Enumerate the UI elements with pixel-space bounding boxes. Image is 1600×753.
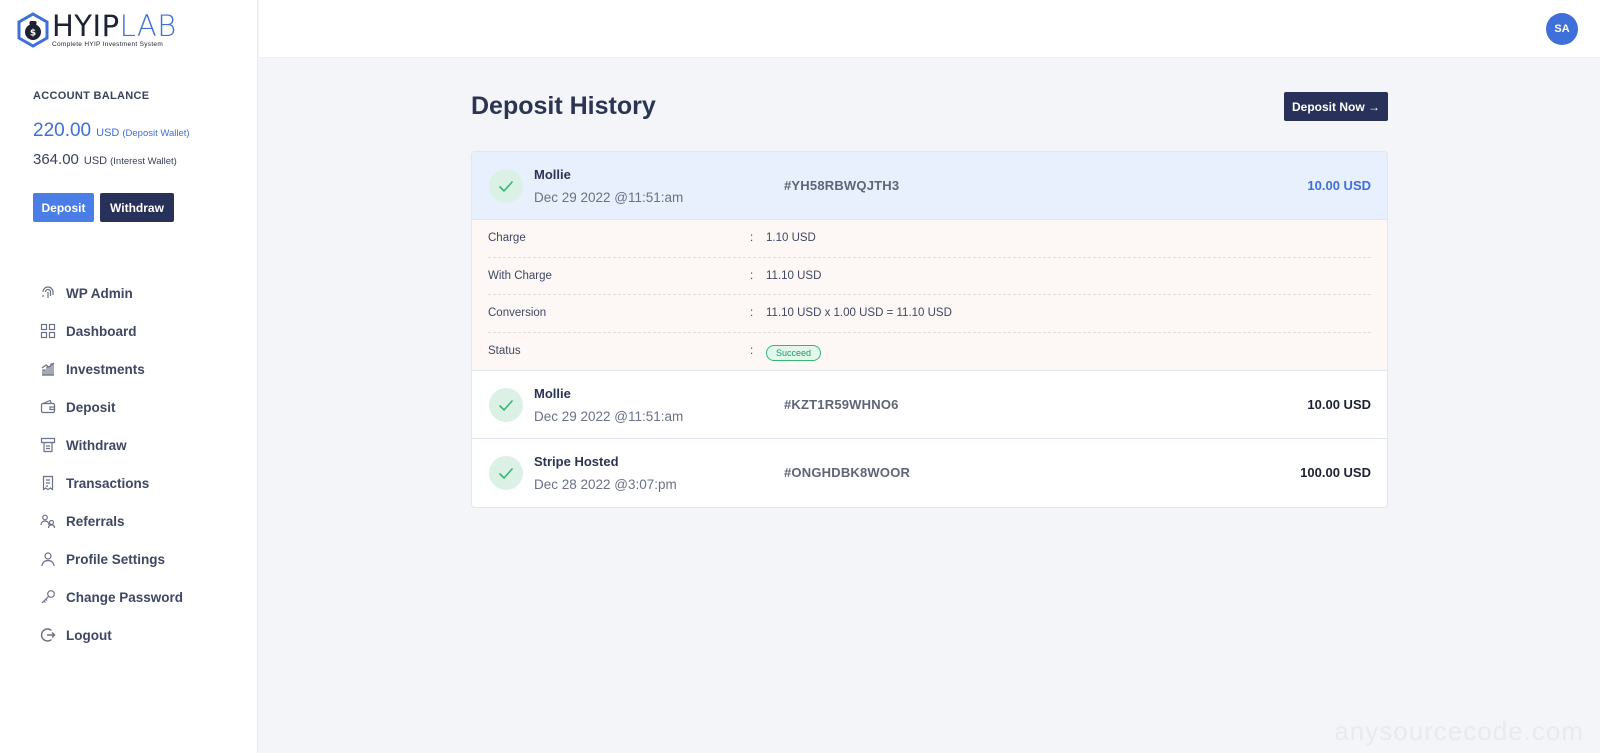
watermark: anysourcecode.com — [1334, 716, 1584, 746]
sidebar-deposit-button[interactable]: Deposit — [33, 193, 94, 222]
sidebar-item-label: Referrals — [66, 513, 125, 529]
detail-separator: : — [750, 344, 754, 357]
deposit-date: Dec 29 2022 @11:51:am — [534, 409, 684, 424]
sidebar-item-change-password[interactable]: Change Password — [40, 578, 183, 616]
check-icon — [489, 169, 523, 203]
topbar: SA — [259, 0, 1600, 58]
sidebar-item-withdraw[interactable]: Withdraw — [40, 426, 183, 464]
deposit-method: Mollie — [534, 167, 571, 182]
detail-row-with-charge: With Charge : 11.10 USD — [488, 258, 1371, 295]
detail-label: Status — [488, 344, 521, 357]
sidebar-item-profile-settings[interactable]: Profile Settings — [40, 540, 183, 578]
detail-row-charge: Charge : 1.10 USD — [488, 220, 1371, 258]
deposit-amount: 10.00 USD — [1307, 397, 1371, 412]
fingerprint-icon — [40, 285, 56, 301]
money-bag-icon: $ — [17, 12, 49, 48]
deposit-wallet-amount: 220.00 — [33, 120, 92, 141]
deposit-date: Dec 28 2022 @3:07:pm — [534, 477, 677, 492]
sidebar-item-logout[interactable]: Logout — [40, 616, 183, 654]
sidebar-item-label: Deposit — [66, 399, 116, 415]
sidebar-item-label: Change Password — [66, 589, 184, 605]
interest-wallet-amount: 364.00 — [33, 151, 79, 168]
sidebar-item-label: Transactions — [66, 475, 150, 491]
sidebar-item-label: Profile Settings — [66, 551, 166, 567]
deposit-amount: 10.00 USD — [1307, 178, 1371, 193]
sidebar-item-label: Investments — [66, 361, 145, 377]
deposit-row[interactable]: Stripe Hosted Dec 28 2022 @3:07:pm #ONGH… — [472, 439, 1387, 507]
detail-separator: : — [750, 269, 754, 282]
logout-icon — [40, 627, 56, 643]
deposit-trx-id: #KZT1R59WHNO6 — [784, 397, 899, 412]
interest-wallet-currency: USD — [83, 155, 108, 167]
wallet-icon — [40, 399, 56, 415]
brand-tagline: Complete HYIP Investment System — [52, 41, 164, 48]
sidebar: $ HYIPLAB Complete HYIP Investment Syste… — [0, 0, 258, 753]
key-icon — [40, 589, 56, 605]
user-avatar[interactable]: SA — [1546, 13, 1578, 45]
detail-separator: : — [750, 232, 754, 244]
detail-value: 1.10 USD — [766, 232, 816, 244]
users-icon — [40, 513, 56, 529]
sidebar-item-wp-admin[interactable]: WP Admin — [40, 274, 183, 312]
detail-separator: : — [750, 307, 754, 319]
sidebar-item-referrals[interactable]: Referrals — [40, 502, 183, 540]
detail-label: Conversion — [488, 307, 547, 319]
deposit-date: Dec 29 2022 @11:51:am — [534, 190, 684, 205]
detail-row-status: Status : Succeed — [488, 333, 1371, 371]
sidebar-item-investments[interactable]: Investments — [40, 350, 183, 388]
sidebar-item-label: Logout — [66, 627, 112, 643]
page-title: Deposit History — [471, 92, 656, 120]
interest-wallet-balance: 364.00 USD (Interest Wallet) — [33, 151, 177, 168]
chart-icon — [40, 361, 56, 377]
deposit-row[interactable]: Mollie Dec 29 2022 @11:51:am #KZT1R59WHN… — [472, 371, 1387, 439]
sidebar-item-label: Dashboard — [66, 323, 137, 339]
check-icon — [489, 456, 523, 490]
account-balance-label: ACCOUNT BALANCE — [33, 90, 150, 102]
deposit-row[interactable]: Mollie Dec 29 2022 @11:51:am #YH58RBWQJT… — [472, 152, 1387, 220]
deposit-details: Charge : 1.10 USD With Charge : 11.10 US… — [472, 220, 1387, 371]
deposit-history-list: Mollie Dec 29 2022 @11:51:am #YH58RBWQJT… — [471, 151, 1388, 508]
brand-logo[interactable]: $ HYIPLAB Complete HYIP Investment Syste… — [16, 12, 177, 49]
deposit-method: Mollie — [534, 386, 571, 401]
detail-label: Charge — [488, 232, 526, 244]
status-badge: Succeed — [766, 344, 822, 361]
detail-value: 11.10 USD — [766, 269, 822, 282]
deposit-wallet-label: (Deposit Wallet) — [122, 128, 190, 139]
deposit-trx-id: #ONGHDBK8WOOR — [784, 465, 911, 480]
deposit-amount: 100.00 USD — [1300, 465, 1371, 480]
brand-name: HYIPLAB — [52, 9, 177, 43]
detail-value: 11.10 USD x 1.00 USD = 11.10 USD — [766, 307, 952, 319]
receipt-icon — [40, 475, 56, 491]
deposit-method: Stripe Hosted — [534, 454, 619, 469]
user-icon — [40, 551, 56, 567]
interest-wallet-label: (Interest Wallet) — [110, 156, 177, 167]
sidebar-item-label: WP Admin — [66, 285, 133, 301]
sidebar-withdraw-button[interactable]: Withdraw — [100, 193, 174, 222]
sidebar-item-dashboard[interactable]: Dashboard — [40, 312, 183, 350]
sidebar-item-deposit[interactable]: Deposit — [40, 388, 183, 426]
sidebar-item-transactions[interactable]: Transactions — [40, 464, 183, 502]
sidebar-nav: WP Admin Dashboard Investments Deposit W… — [40, 274, 183, 654]
sidebar-item-label: Withdraw — [66, 437, 127, 453]
atm-icon — [40, 437, 56, 453]
deposit-wallet-balance: 220.00 USD (Deposit Wallet) — [33, 120, 190, 142]
grid-icon — [40, 323, 56, 339]
check-icon — [489, 388, 523, 422]
deposit-wallet-currency: USD — [96, 127, 120, 139]
deposit-trx-id: #YH58RBWQJTH3 — [784, 178, 900, 193]
detail-row-conversion: Conversion : 11.10 USD x 1.00 USD = 11.1… — [488, 295, 1371, 333]
detail-label: With Charge — [488, 269, 552, 282]
deposit-now-button[interactable]: Deposit Now → — [1284, 92, 1388, 121]
svg-text:$: $ — [30, 29, 36, 39]
